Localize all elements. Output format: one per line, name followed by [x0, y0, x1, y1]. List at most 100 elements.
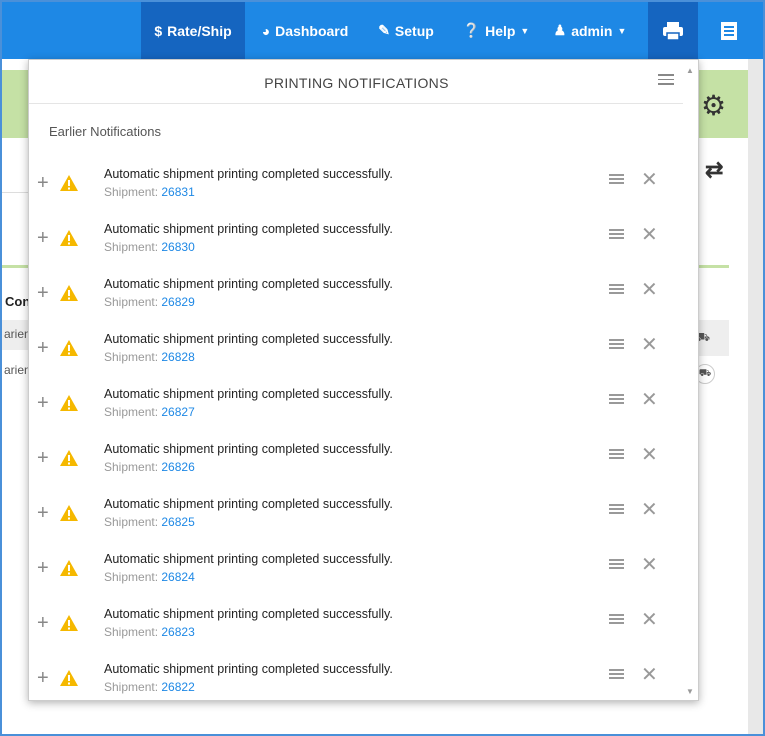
shipment-link[interactable]: 26825	[161, 515, 194, 529]
section-label: Earlier Notifications	[49, 124, 161, 139]
shipment-link[interactable]: 26823	[161, 625, 194, 639]
expand-plus-icon[interactable]: +	[37, 667, 49, 690]
details-list-icon[interactable]	[609, 449, 624, 461]
dollar-icon: $	[154, 22, 163, 39]
expand-plus-icon[interactable]: +	[37, 557, 49, 580]
details-list-icon[interactable]	[609, 339, 624, 351]
shipment-line: Shipment: 26830	[104, 240, 195, 254]
dismiss-close-icon[interactable]: ✕	[641, 552, 658, 577]
shipment-prefix: Shipment:	[104, 295, 159, 309]
notification-message: Automatic shipment printing completed su…	[104, 607, 393, 621]
scrollbar-track[interactable]	[748, 59, 763, 734]
shipment-prefix: Shipment:	[104, 350, 159, 364]
shipment-prefix: Shipment:	[104, 185, 159, 199]
nav-setup[interactable]: ✎ Setup	[370, 2, 442, 59]
shipment-prefix: Shipment:	[104, 515, 159, 529]
nav-admin-label: admin	[571, 22, 613, 39]
shipment-link[interactable]: 26824	[161, 570, 194, 584]
divider	[2, 192, 28, 193]
nav-dashboard-label: Dashboard	[275, 22, 349, 39]
details-list-icon[interactable]	[609, 504, 624, 516]
collapse-panel-icon[interactable]	[658, 74, 674, 88]
green-divider-right	[699, 265, 729, 268]
shipment-line: Shipment: 26825	[104, 515, 195, 529]
nav-setup-label: Setup	[394, 22, 434, 39]
panel-header: PRINTING NOTIFICATIONS	[29, 60, 684, 104]
expand-plus-icon[interactable]: +	[37, 282, 49, 305]
notification-item: + Automatic shipment printing completed s…	[29, 384, 684, 439]
shipment-line: Shipment: 26822	[104, 680, 195, 694]
expand-plus-icon[interactable]: +	[37, 227, 49, 250]
shipment-link[interactable]: 26830	[161, 240, 194, 254]
notification-message: Automatic shipment printing completed su…	[104, 277, 393, 291]
notification-message: Automatic shipment printing completed su…	[104, 442, 393, 456]
expand-plus-icon[interactable]: +	[37, 392, 49, 415]
details-list-icon[interactable]	[609, 284, 624, 296]
scroll-down-arrow-icon[interactable]: ▼	[686, 687, 694, 696]
notification-message: Automatic shipment printing completed su…	[104, 167, 393, 181]
warning-icon	[60, 395, 78, 411]
background-row-text: arien	[4, 363, 31, 377]
notification-item: + Automatic shipment printing completed s…	[29, 329, 684, 384]
swap-arrows-icon[interactable]: ⇄	[705, 157, 723, 183]
notification-item: + Automatic shipment printing completed s…	[29, 219, 684, 274]
chevron-down-icon: ▼	[520, 25, 530, 36]
green-divider-left	[2, 265, 28, 268]
notification-item: + Automatic shipment printing completed s…	[29, 549, 684, 604]
details-list-icon[interactable]	[609, 559, 624, 571]
nav-rateship-label: Rate/Ship	[167, 22, 232, 39]
shipment-line: Shipment: 26831	[104, 185, 195, 199]
expand-plus-icon[interactable]: +	[37, 612, 49, 635]
dismiss-close-icon[interactable]: ✕	[641, 662, 658, 687]
nav-rateship[interactable]: $ Rate/Ship	[141, 2, 245, 59]
dismiss-close-icon[interactable]: ✕	[641, 167, 658, 192]
log-button[interactable]	[708, 2, 750, 59]
warning-icon	[60, 505, 78, 521]
details-list-icon[interactable]	[609, 229, 624, 241]
expand-plus-icon[interactable]: +	[37, 172, 49, 195]
dismiss-close-icon[interactable]: ✕	[641, 277, 658, 302]
warning-icon	[60, 615, 78, 631]
document-list-icon	[721, 21, 737, 40]
dismiss-close-icon[interactable]: ✕	[641, 332, 658, 357]
shipment-link[interactable]: 26827	[161, 405, 194, 419]
expand-plus-icon[interactable]: +	[37, 337, 49, 360]
dismiss-close-icon[interactable]: ✕	[641, 222, 658, 247]
background-banner-left	[2, 70, 28, 138]
warning-icon	[60, 670, 78, 686]
notification-message: Automatic shipment printing completed su…	[104, 552, 393, 566]
shipment-link[interactable]: 26829	[161, 295, 194, 309]
expand-plus-icon[interactable]: +	[37, 447, 49, 470]
shipment-link[interactable]: 26831	[161, 185, 194, 199]
shipment-line: Shipment: 26828	[104, 350, 195, 364]
nav-help-label: Help	[485, 22, 516, 39]
expand-plus-icon[interactable]: +	[37, 502, 49, 525]
shipment-link[interactable]: 26826	[161, 460, 194, 474]
panel-scrollbar[interactable]: ▲ ▼	[683, 60, 698, 700]
details-list-icon[interactable]	[609, 174, 624, 186]
details-list-icon[interactable]	[609, 394, 624, 406]
shipment-prefix: Shipment:	[104, 570, 159, 584]
details-list-icon[interactable]	[609, 669, 624, 681]
nav-dashboard[interactable]: ◕ Dashboard	[254, 2, 356, 59]
shipment-prefix: Shipment:	[104, 405, 159, 419]
shipment-line: Shipment: 26824	[104, 570, 195, 584]
warning-icon	[60, 450, 78, 466]
nav-help[interactable]: ❔ Help ▼	[458, 2, 534, 59]
shipment-link[interactable]: 26828	[161, 350, 194, 364]
gear-icon[interactable]: ⚙	[701, 89, 726, 122]
dismiss-close-icon[interactable]: ✕	[641, 497, 658, 522]
notification-item: + Automatic shipment printing completed s…	[29, 494, 684, 549]
question-icon: ❔	[462, 22, 481, 38]
nav-admin[interactable]: ♟ admin ▼	[550, 2, 630, 59]
notification-item: + Automatic shipment printing completed s…	[29, 439, 684, 494]
shipment-link[interactable]: 26822	[161, 680, 194, 694]
dismiss-close-icon[interactable]: ✕	[641, 442, 658, 467]
print-notifications-button[interactable]	[648, 2, 698, 59]
dismiss-close-icon[interactable]: ✕	[641, 607, 658, 632]
dismiss-close-icon[interactable]: ✕	[641, 387, 658, 412]
top-navbar: $ Rate/Ship ◕ Dashboard ✎ Setup ❔ Help ▼…	[2, 2, 763, 59]
notification-message: Automatic shipment printing completed su…	[104, 332, 393, 346]
scroll-up-arrow-icon[interactable]: ▲	[686, 66, 694, 75]
details-list-icon[interactable]	[609, 614, 624, 626]
